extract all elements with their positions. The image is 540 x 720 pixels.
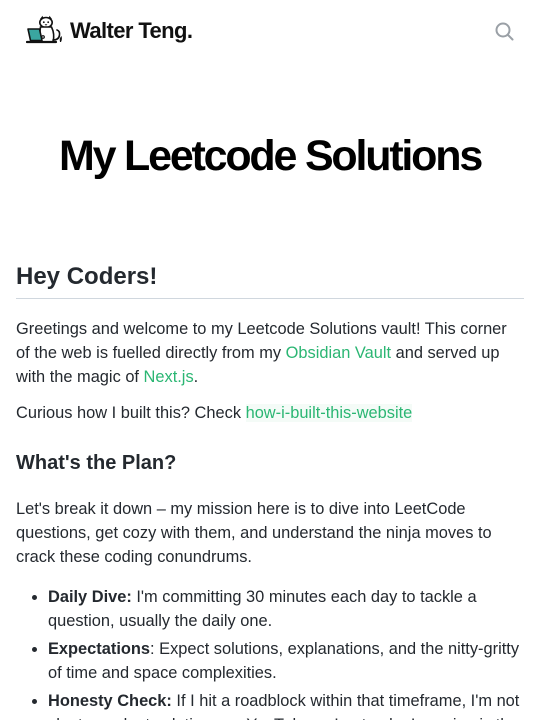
list-item-title: Honesty Check: [48, 692, 172, 710]
site-header: Walter Teng. [0, 0, 540, 64]
intro-paragraph: Greetings and welcome to my Leetcode Sol… [16, 317, 524, 389]
search-icon [492, 19, 516, 43]
cat-laptop-icon [26, 15, 64, 47]
list-item: Honesty Check: If I hit a roadblock with… [48, 689, 524, 720]
article-content: Hey Coders! Greetings and welcome to my … [16, 258, 524, 720]
how-i-built-this-website-link[interactable]: how-i-built-this-website [245, 404, 413, 422]
section-heading-hey-coders: Hey Coders! [16, 258, 524, 299]
list-item: Expectations: Expect solutions, explanat… [48, 637, 524, 685]
list-item-title: Daily Dive: [48, 588, 132, 606]
page: Walter Teng. My Leetcode Solutions Hey C… [0, 0, 540, 720]
brand-home-link[interactable]: Walter Teng. [26, 15, 193, 47]
brand-name: Walter Teng. [70, 18, 193, 43]
obsidian-vault-link[interactable]: Obsidian Vault [286, 344, 391, 362]
plan-intro-paragraph: Let's break it down – my mission here is… [16, 500, 492, 566]
built-paragraph: Curious how I built this? Check how-i-bu… [16, 401, 524, 425]
nextjs-link[interactable]: Next.js [144, 368, 194, 386]
page-title: My Leetcode Solutions [58, 132, 483, 180]
list-item: Daily Dive: I'm committing 30 minutes ea… [48, 585, 524, 633]
intro-text-3: . [193, 368, 199, 386]
list-item-title: Expectations [48, 640, 151, 658]
plan-list: Daily Dive: I'm committing 30 minutes ea… [16, 585, 524, 720]
search-button[interactable] [492, 19, 516, 43]
built-text: Curious how I built this? Check [16, 404, 246, 422]
section-heading-plan: What's the Plan? [16, 452, 177, 474]
